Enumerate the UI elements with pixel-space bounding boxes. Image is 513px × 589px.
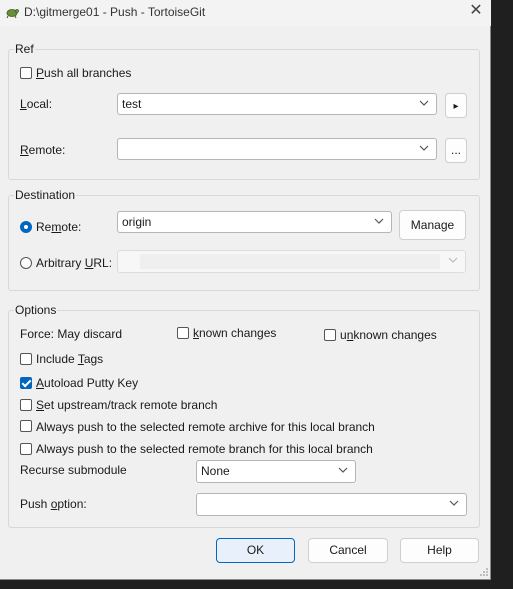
- push-option-combo[interactable]: [196, 493, 467, 516]
- include-tags-label[interactable]: Include Tags: [36, 352, 103, 366]
- chevron-down-icon: [374, 218, 384, 224]
- set-upstream-label[interactable]: Set upstream/track remote branch: [36, 398, 217, 412]
- arbitrary-url-label[interactable]: Arbitrary URL:: [36, 256, 112, 270]
- close-icon: ✕: [469, 2, 483, 19]
- push-option-label: Push option:: [20, 497, 87, 511]
- remote-radio-label[interactable]: Remote:: [36, 220, 81, 234]
- local-branch-combo[interactable]: test: [117, 93, 437, 115]
- arbitrary-url-radio[interactable]: [20, 257, 32, 269]
- ref-legend: Ref: [14, 42, 35, 56]
- remote-browse-button[interactable]: ...: [445, 138, 467, 163]
- chevron-down-icon: [448, 257, 458, 263]
- url-field-fill: [140, 254, 440, 269]
- destination-remote-combo[interactable]: origin: [117, 211, 392, 233]
- window-title: D:\gitmerge01 - Push - TortoiseGit: [24, 5, 206, 19]
- push-all-branches-label[interactable]: Push all branches: [36, 66, 131, 80]
- unknown-changes-checkbox[interactable]: [324, 329, 336, 341]
- manage-button[interactable]: Manage: [399, 210, 466, 240]
- remote-branch-label: Remote:: [20, 143, 66, 157]
- known-changes-checkbox[interactable]: [177, 327, 189, 339]
- browse-label: ...: [450, 143, 461, 157]
- chevron-down-icon: [338, 467, 348, 473]
- chevron-down-icon: [449, 500, 459, 506]
- tortoise-icon: [6, 9, 19, 19]
- push-all-branches-checkbox[interactable]: [20, 67, 32, 79]
- ok-button[interactable]: OK: [216, 538, 295, 563]
- remote-radio[interactable]: [20, 221, 32, 233]
- push-to-branch-checkbox[interactable]: [20, 443, 32, 455]
- help-button[interactable]: Help: [400, 538, 479, 563]
- push-to-archive-checkbox[interactable]: [20, 420, 32, 432]
- autoload-putty-key-label[interactable]: Autoload Putty Key: [36, 376, 138, 390]
- recurse-submodule-label: Recurse submodule: [20, 463, 127, 477]
- push-to-archive-label[interactable]: Always push to the selected remote archi…: [36, 420, 375, 434]
- set-upstream-checkbox[interactable]: [20, 399, 32, 411]
- push-dialog: D:\gitmerge01 - Push - TortoiseGit ✕ Ref…: [0, 0, 491, 580]
- close-button[interactable]: ✕: [462, 0, 490, 24]
- destination-remote-value: origin: [122, 215, 152, 229]
- autoload-putty-key-checkbox[interactable]: [20, 377, 32, 389]
- manage-button-label: Manage: [410, 218, 455, 232]
- known-changes-label[interactable]: known changes: [193, 326, 276, 340]
- chevron-down-icon: [419, 100, 429, 106]
- recurse-submodule-combo[interactable]: None: [196, 460, 356, 483]
- local-branch-value: test: [122, 97, 142, 111]
- include-tags-checkbox[interactable]: [20, 353, 32, 365]
- chevron-down-icon: [419, 145, 429, 151]
- push-to-branch-label[interactable]: Always push to the selected remote branc…: [36, 442, 373, 456]
- cancel-button[interactable]: Cancel: [308, 538, 388, 563]
- recurse-submodule-value: None: [201, 464, 230, 478]
- destination-legend: Destination: [14, 188, 77, 202]
- caret-right-icon: ▸: [453, 101, 459, 112]
- resize-grip-icon[interactable]: [479, 567, 489, 577]
- unknown-changes-label[interactable]: unknown changes: [340, 328, 437, 342]
- remote-branch-combo[interactable]: [117, 138, 437, 160]
- arbitrary-url-combo[interactable]: [117, 250, 466, 273]
- title-bar: D:\gitmerge01 - Push - TortoiseGit ✕: [0, 0, 491, 26]
- local-arrow-button[interactable]: ▸: [445, 93, 467, 118]
- options-legend: Options: [14, 303, 58, 317]
- local-label: Local:: [20, 97, 53, 111]
- force-label: Force: May discard: [20, 327, 123, 341]
